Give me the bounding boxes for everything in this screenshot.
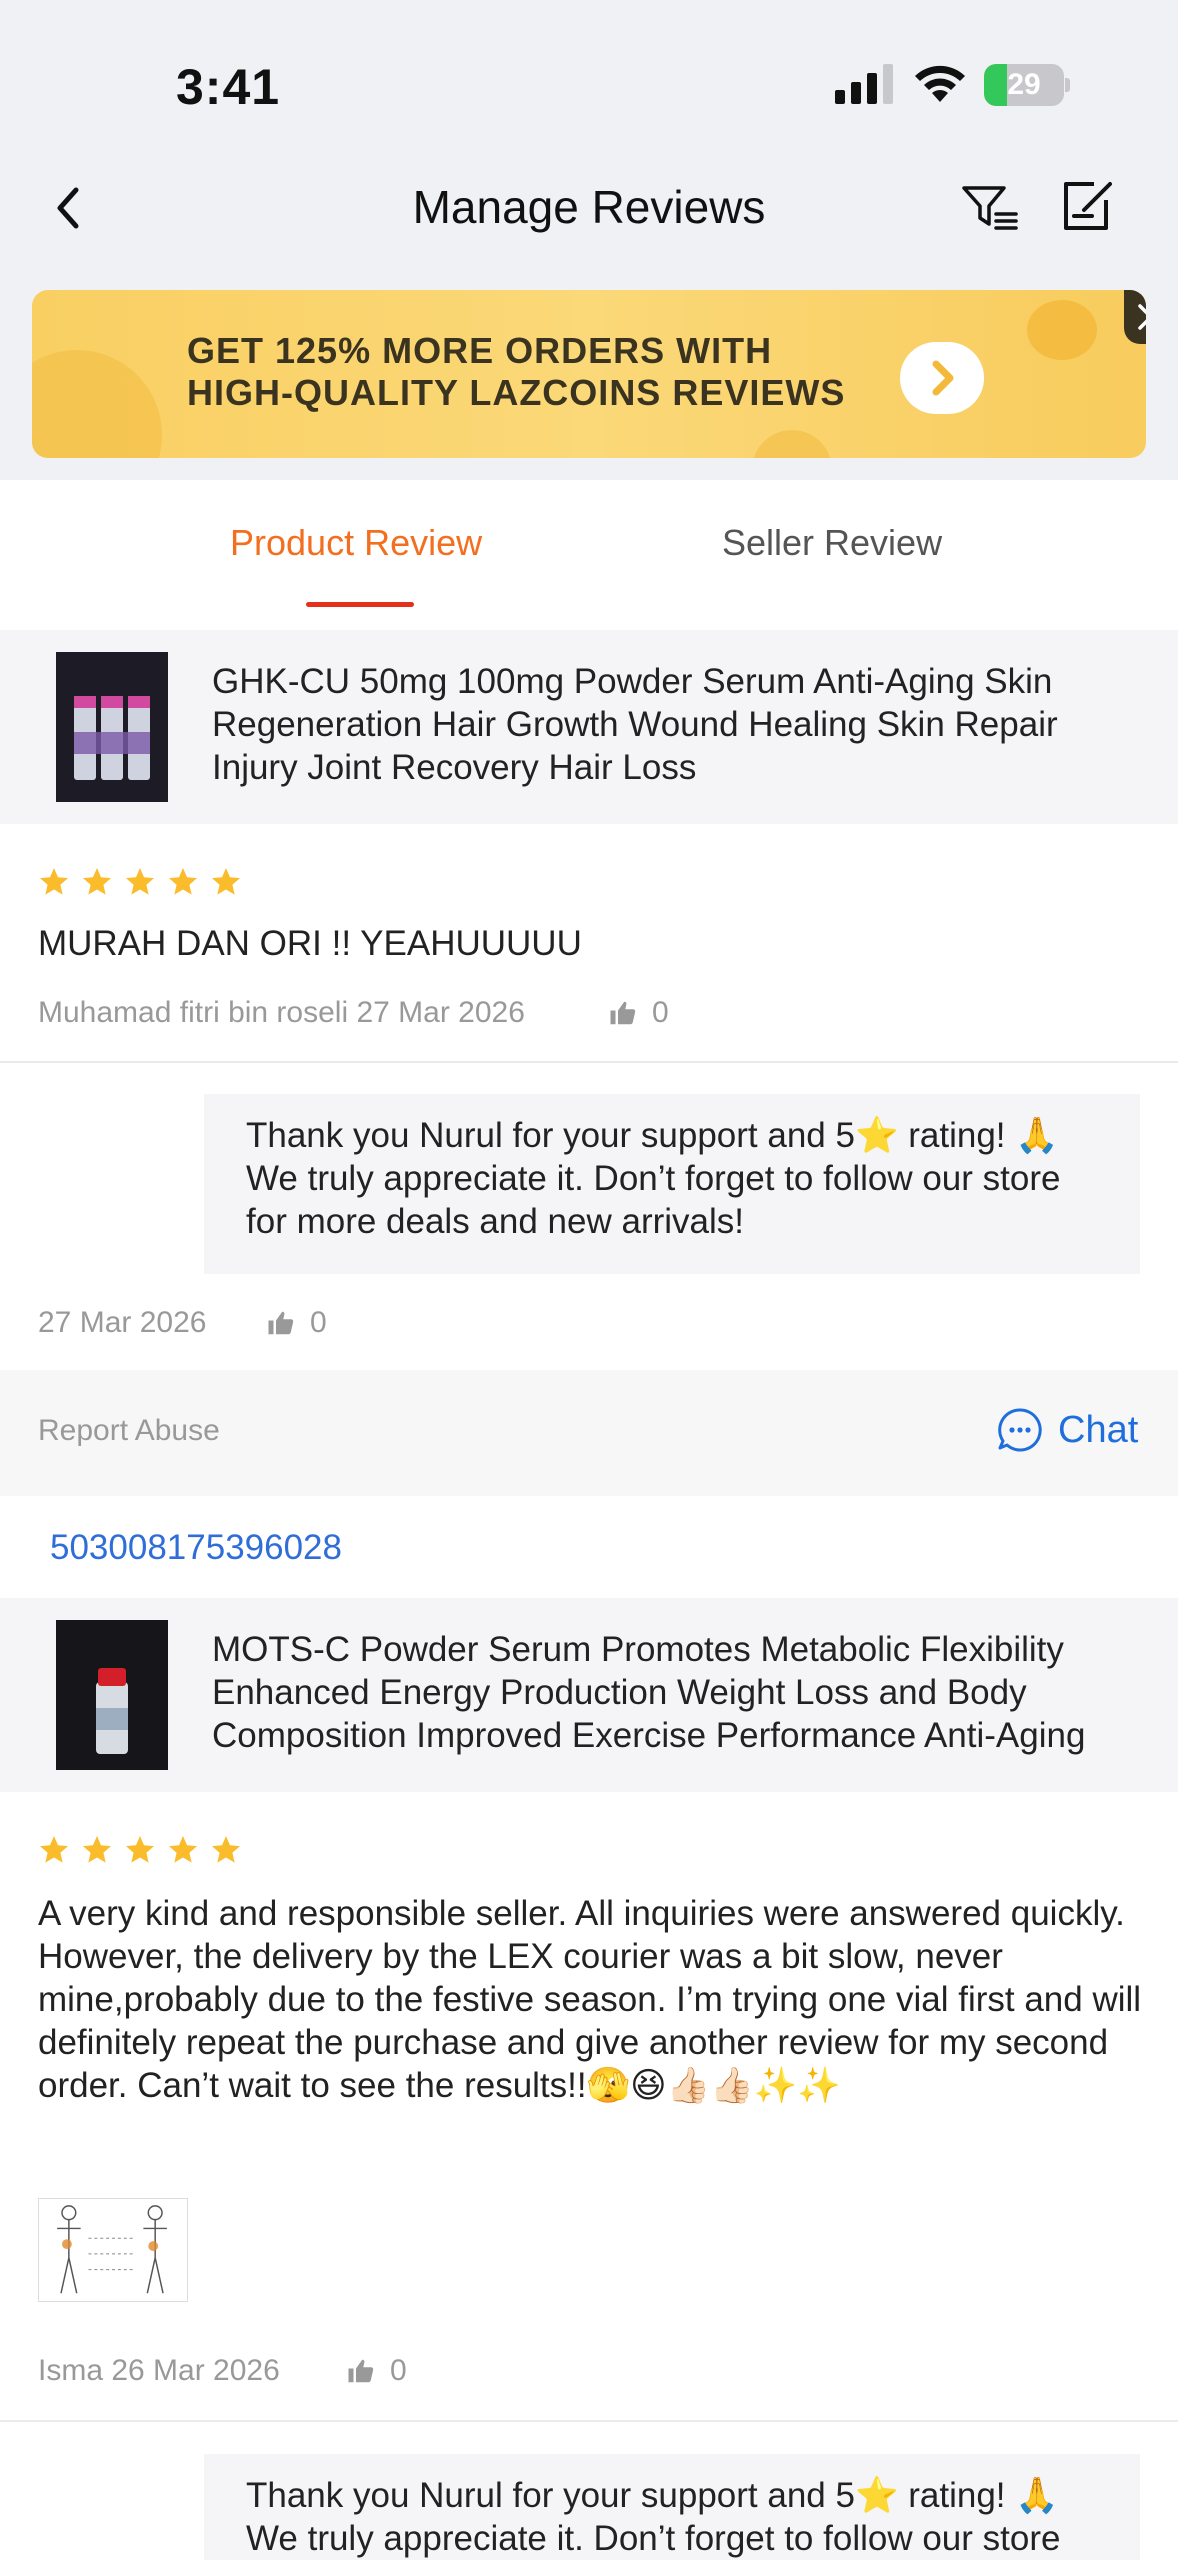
seller-reply-text: Thank you Nurul for your support and 5⭐️…: [246, 2476, 1061, 2558]
review-author-date: Isma 26 Mar 2026: [38, 2354, 280, 2387]
cellular-signal-icon: [835, 64, 893, 104]
review-photo[interactable]: [38, 2198, 188, 2302]
write-review-icon[interactable]: [1060, 178, 1116, 234]
seller-reply: Thank you Nurul for your support and 5⭐️…: [204, 1094, 1140, 1274]
seller-reply: Thank you Nurul for your support and 5⭐️…: [204, 2454, 1140, 2560]
star-icon: [40, 868, 68, 895]
review-action-bar: Report Abuse Chat: [0, 1370, 1178, 1496]
chat-button[interactable]: Chat: [996, 1406, 1138, 1454]
promo-banner-text: GET 125% MORE ORDERS WITH HIGH-QUALITY L…: [187, 330, 846, 413]
battery-percentage: 29: [1007, 68, 1041, 101]
review-text: MURAH DAN ORI !! YEAHUUUUU: [38, 924, 582, 963]
product-title: MOTS-C Powder Serum Promotes Metabolic F…: [212, 1630, 1086, 1755]
tab-product-review[interactable]: Product Review: [230, 522, 482, 564]
star-icon: [169, 868, 197, 895]
star-icon: [212, 868, 240, 895]
order-id-link[interactable]: 503008175396028: [50, 1528, 342, 1568]
chevron-right-icon[interactable]: [900, 342, 984, 414]
star-rating: [38, 866, 242, 898]
promo-banner-area: GET 125% MORE ORDERS WITH HIGH-QUALITY L…: [0, 280, 1178, 480]
product-row[interactable]: MOTS-C Powder Serum Promotes Metabolic F…: [0, 1598, 1178, 1792]
review-author-date: Muhamad fitri bin roseli 27 Mar 2026: [38, 996, 525, 1029]
coin-decoration: [32, 350, 162, 458]
star-rating: [38, 1834, 242, 1866]
battery-icon: 29: [984, 64, 1070, 106]
seller-reply-text: Thank you Nurul for your support and 5⭐️…: [246, 1116, 1061, 1241]
like-button[interactable]: 0: [608, 996, 669, 1030]
status-time: 3:41: [176, 59, 281, 115]
navigation-bar: Manage Reviews: [0, 150, 1178, 280]
product-title: GHK-CU 50mg 100mg Powder Serum Anti-Agin…: [212, 662, 1058, 787]
status-bar: 3:41 29: [0, 0, 1178, 150]
review-text: A very kind and responsible seller. All …: [38, 1894, 1142, 2105]
like-button[interactable]: 0: [266, 1306, 327, 1340]
product-image: [56, 652, 168, 802]
filter-icon[interactable]: [960, 180, 1020, 236]
coin-decoration: [752, 430, 832, 458]
product-row[interactable]: GHK-CU 50mg 100mg Powder Serum Anti-Agin…: [0, 630, 1178, 824]
star-icon: [126, 868, 154, 895]
divider: [0, 1061, 1178, 1063]
chat-icon: [998, 1408, 1042, 1452]
star-icon: [83, 868, 111, 895]
like-count: 0: [310, 1306, 327, 1339]
star-icon: [126, 1836, 154, 1863]
review-tabs: Product Review Seller Review: [0, 480, 1178, 630]
report-abuse-link[interactable]: Report Abuse: [38, 1414, 220, 1448]
thumbs-up-icon: [348, 2359, 374, 2383]
product-image: [56, 1620, 168, 1770]
like-count: 0: [652, 996, 669, 1029]
coin-decoration: [1027, 300, 1097, 360]
reply-date: 27 Mar 2026: [38, 1306, 207, 1339]
star-icon: [40, 1836, 68, 1863]
star-icon: [83, 1836, 111, 1863]
thumbs-up-icon: [268, 1311, 294, 1335]
thumbs-up-icon: [610, 1001, 636, 1025]
tab-seller-review[interactable]: Seller Review: [722, 522, 942, 564]
close-icon[interactable]: [1124, 290, 1146, 344]
chat-label: Chat: [1058, 1408, 1139, 1451]
like-button[interactable]: 0: [346, 2354, 407, 2388]
active-tab-indicator: [306, 602, 414, 607]
wifi-icon: [915, 65, 965, 102]
like-count: 0: [390, 2354, 407, 2387]
divider: [0, 2420, 1178, 2422]
star-icon: [212, 1836, 240, 1863]
star-icon: [169, 1836, 197, 1863]
promo-banner[interactable]: GET 125% MORE ORDERS WITH HIGH-QUALITY L…: [32, 290, 1146, 458]
